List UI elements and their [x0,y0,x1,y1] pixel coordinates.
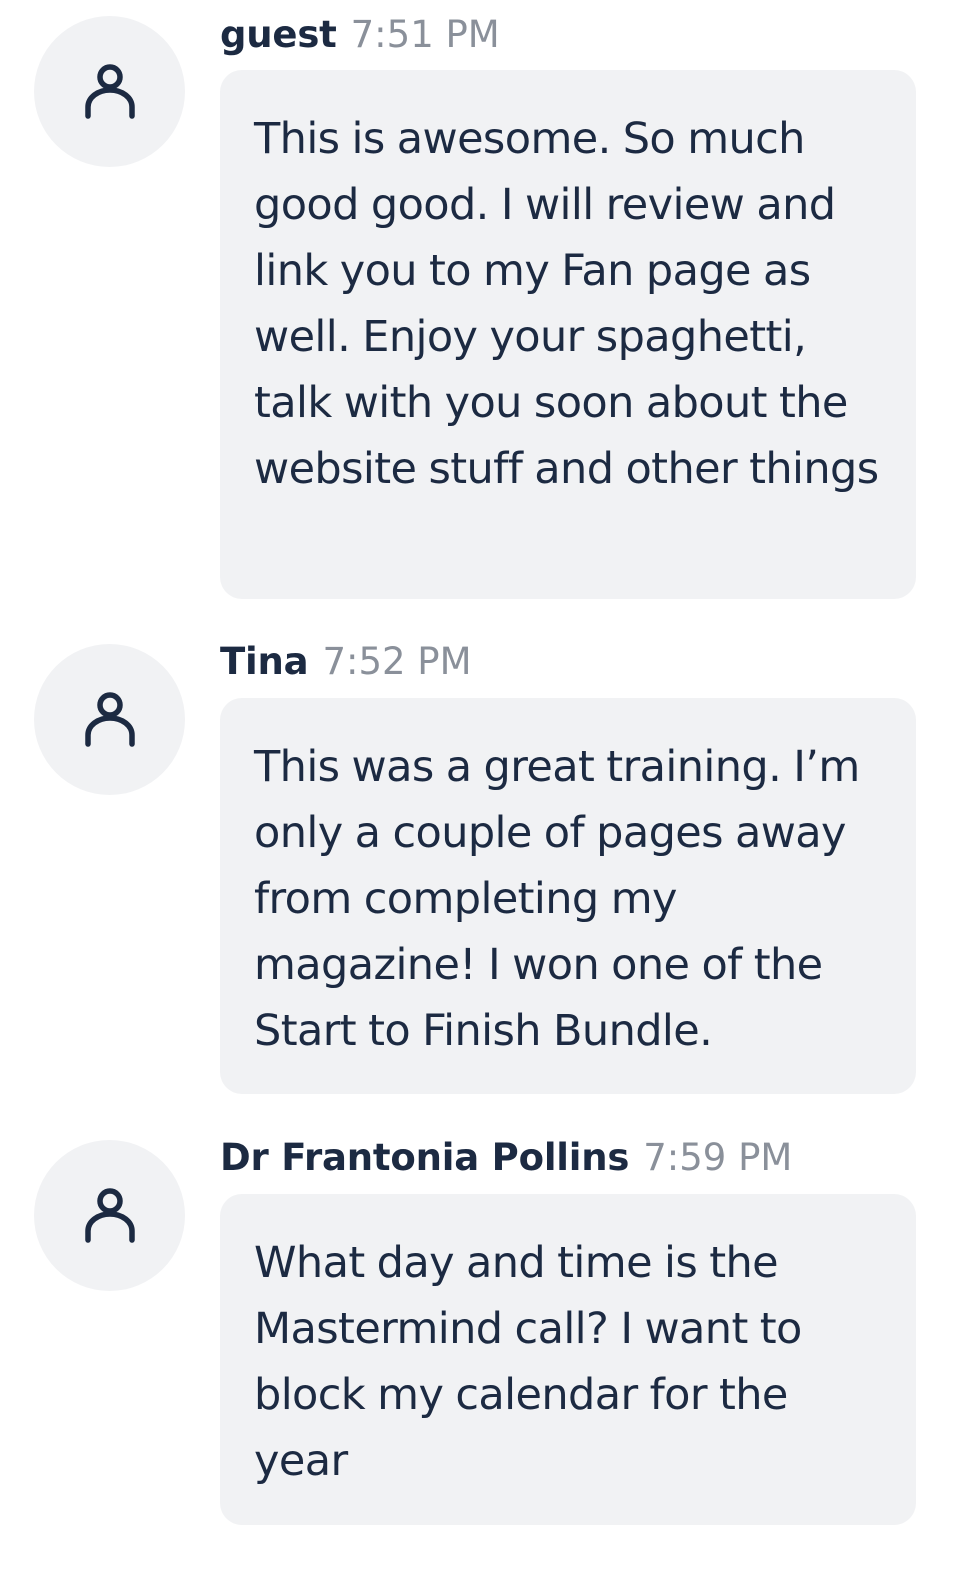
user-icon [84,63,135,119]
avatar[interactable] [34,644,185,795]
sender-name[interactable]: guest [220,13,337,56]
message-text: This is awesome. So much good good. I wi… [254,114,879,494]
message-bubble: This is awesome. So much good good. I wi… [220,70,916,599]
avatar[interactable] [34,16,185,167]
message-bubble: This was a great training. I’m only a co… [220,698,916,1094]
user-icon [84,1187,135,1243]
avatar[interactable] [34,1140,185,1291]
message-timestamp: 7:52 PM [322,640,472,683]
message-text: This was a great training. I’m only a co… [254,742,860,1056]
message-bubble: What day and time is the Mastermind call… [220,1194,916,1525]
message-timestamp: 7:59 PM [643,1136,793,1179]
sender-name[interactable]: Tina [220,640,309,683]
message-text: What day and time is the Mastermind call… [254,1238,802,1486]
message-timestamp: 7:51 PM [350,13,500,56]
user-icon [84,691,135,747]
sender-name[interactable]: Dr Frantonia Pollins [220,1136,629,1179]
